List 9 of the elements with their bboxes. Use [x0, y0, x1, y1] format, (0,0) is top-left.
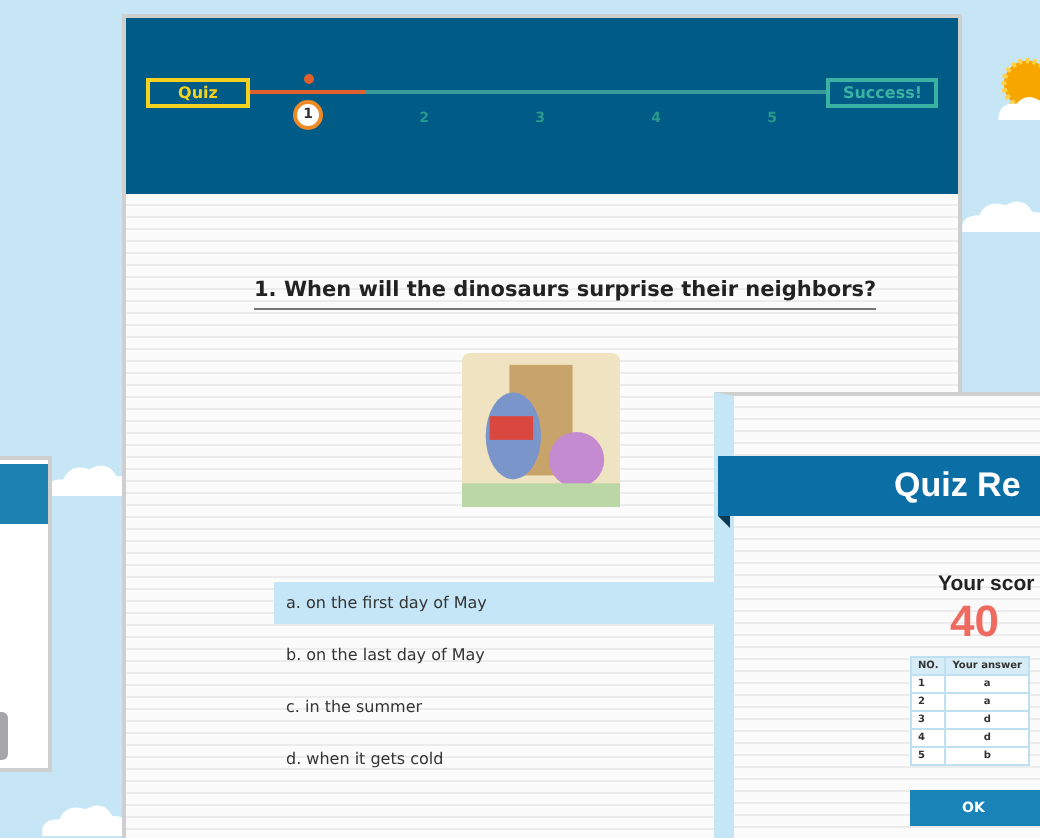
question-text: 1. When will the dinosaurs surprise their neighbors? [254, 278, 877, 310]
ribbon-fold [718, 516, 730, 528]
score-label: Your scor [938, 572, 1035, 596]
dialog-header [0, 464, 48, 524]
success-label: Success! [826, 77, 938, 107]
score-value: 40 [950, 596, 999, 648]
quiz-label: Quiz [146, 77, 250, 107]
dialog-title: Quiz Re [894, 466, 1021, 506]
marker-dot [303, 74, 313, 84]
